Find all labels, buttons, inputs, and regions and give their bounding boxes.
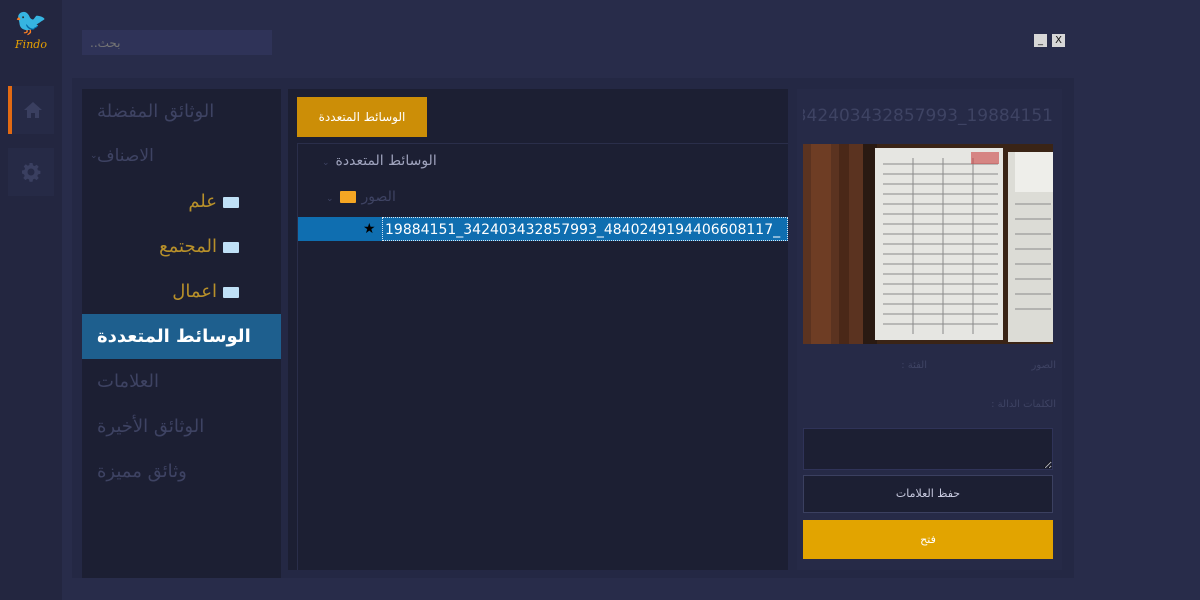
- keywords-label: الكلمات الدالة :: [991, 399, 1056, 410]
- keywords-input[interactable]: [803, 428, 1053, 470]
- document-photo-thumbnail: [803, 144, 1053, 344]
- tree-node-label: الوسائط المتعددة: [335, 153, 437, 169]
- tree-node-label: الصور: [361, 189, 396, 205]
- folder-icon: [223, 286, 239, 298]
- folder-icon: [223, 196, 239, 208]
- sidebar-item-label: الاصناف: [97, 146, 154, 166]
- tab-multimedia[interactable]: الوسائط المتعددة: [297, 97, 427, 137]
- tree-node-folder[interactable]: ⌄ الصور: [326, 185, 396, 209]
- bird-icon: 🐦: [14, 8, 48, 38]
- sidebar-item-science[interactable]: علم: [82, 179, 281, 224]
- save-tags-button[interactable]: حفظ العلامات: [803, 475, 1053, 513]
- sidebar-item-label: اعمال: [172, 281, 217, 302]
- open-button[interactable]: فتح: [803, 520, 1053, 559]
- sidebar-item-featured[interactable]: وثائق مميزة: [82, 449, 281, 494]
- brand-name: Findo: [15, 38, 47, 51]
- tree-node-file[interactable]: ★ 19884151_342403432857993_4840249194406…: [298, 217, 788, 241]
- left-rail: 🐦 Findo: [0, 0, 62, 600]
- sidebar-item-categories[interactable]: الاصناف ⌄: [82, 134, 281, 179]
- category-value: الصور: [1031, 360, 1057, 371]
- sidebar-item-recent[interactable]: الوثائق الأخيرة: [82, 404, 281, 449]
- sidebar-item-business[interactable]: اعمال: [82, 269, 281, 314]
- folder-icon: [339, 191, 356, 203]
- sidebar-item-label: علم: [188, 191, 217, 212]
- sidebar-item-label: الوسائط المتعددة: [97, 326, 251, 347]
- chevron-down-icon[interactable]: ⌄: [326, 187, 334, 211]
- sidebar: الوثائق المفضلة الاصناف ⌄ علم المجتمع اع…: [82, 89, 281, 578]
- document-title: 19884151_342403432857993_484024919440660…: [803, 106, 1053, 126]
- sidebar-item-label: وثائق مميزة: [97, 461, 187, 482]
- chevron-down-icon[interactable]: ⌄: [90, 134, 98, 179]
- sidebar-item-multimedia[interactable]: الوسائط المتعددة: [82, 314, 281, 359]
- minimize-button[interactable]: _: [1034, 34, 1047, 47]
- sidebar-item-society[interactable]: المجتمع: [82, 224, 281, 269]
- tree-node-label: 19884151_342403432857993_484024919440660…: [382, 217, 788, 241]
- app-window: 🐦 Findo _ X الوثائق المفضلة الاصناف ⌄ عل…: [0, 0, 1200, 600]
- category-label: الفئة :: [901, 360, 927, 371]
- tree-node-root[interactable]: ⌄ الوسائط المتعددة: [322, 149, 437, 173]
- image-preview: [803, 144, 1053, 344]
- home-icon: [24, 102, 42, 118]
- sidebar-item-favorites[interactable]: الوثائق المفضلة: [82, 89, 281, 134]
- folder-icon: [223, 241, 239, 253]
- sidebar-item-label: الوثائق الأخيرة: [97, 416, 205, 437]
- chevron-down-icon[interactable]: ⌄: [322, 151, 330, 175]
- sidebar-item-label: العلامات: [97, 371, 159, 392]
- settings-button[interactable]: [8, 148, 54, 196]
- gear-icon: [22, 163, 41, 182]
- app-logo: 🐦 Findo: [8, 8, 54, 62]
- sidebar-item-tags[interactable]: العلامات: [82, 359, 281, 404]
- home-button[interactable]: [8, 86, 54, 134]
- search-input[interactable]: [82, 30, 272, 55]
- sidebar-item-label: الوثائق المفضلة: [97, 101, 215, 122]
- sidebar-item-label: المجتمع: [159, 236, 217, 257]
- star-icon[interactable]: ★: [363, 217, 376, 241]
- close-button[interactable]: X: [1052, 34, 1065, 47]
